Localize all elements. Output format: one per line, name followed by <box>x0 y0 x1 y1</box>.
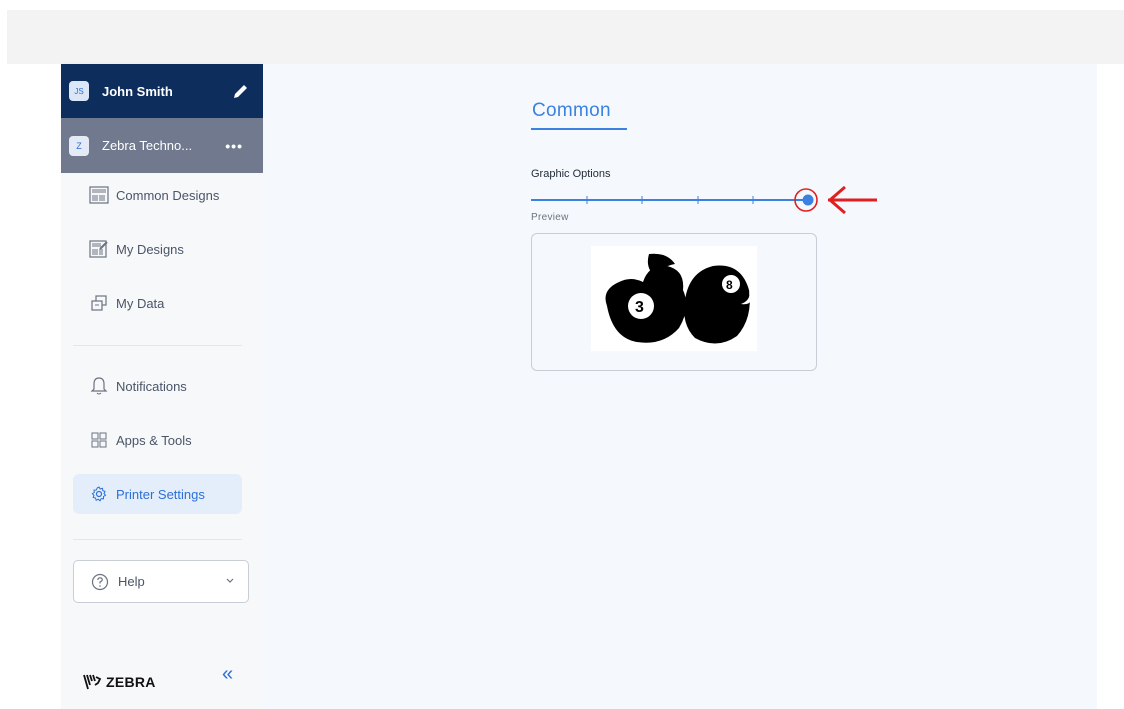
annotation-arrow-icon <box>794 185 877 215</box>
nav-notifications-label: Notifications <box>116 378 187 394</box>
svg-text:3: 3 <box>635 299 644 316</box>
org-avatar: Z <box>69 135 89 156</box>
grid-icon <box>89 430 109 450</box>
app-window: JS John Smith Z Zebra Techno... ••• Comm… <box>61 64 1097 709</box>
nav-common-designs[interactable]: Common Designs <box>73 175 242 215</box>
more-options-icon[interactable]: ••• <box>225 139 243 153</box>
user-row[interactable]: JS John Smith <box>61 64 263 118</box>
org-row[interactable]: Z Zebra Techno... ••• <box>61 118 263 173</box>
svg-text:8: 8 <box>726 278 733 292</box>
tab-underline <box>531 128 627 130</box>
nav-apps-tools[interactable]: Apps & Tools <box>73 420 242 460</box>
barcode-icon <box>89 185 109 205</box>
nav-my-data-label: My Data <box>116 295 165 311</box>
user-avatar: JS <box>69 81 89 101</box>
edit-pencil-icon[interactable] <box>231 81 251 101</box>
sidebar: JS John Smith Z Zebra Techno... ••• Comm… <box>61 64 263 709</box>
browser-top-bar <box>7 10 1124 64</box>
main-content: Common Graphic Options Preview 3 8 <box>263 64 1097 709</box>
collapse-sidebar-icon[interactable]: « <box>222 664 233 684</box>
bell-icon <box>89 376 109 396</box>
nav-printer-settings-label: Printer Settings <box>116 486 205 502</box>
graphic-options-slider[interactable] <box>531 190 821 210</box>
help-label: Help <box>118 574 145 589</box>
nav-apps-tools-label: Apps & Tools <box>116 432 192 448</box>
nav-my-designs[interactable]: My Designs <box>73 229 242 269</box>
nav-notifications[interactable]: Notifications <box>73 366 242 406</box>
zebra-head-icon <box>83 674 102 690</box>
user-name: John Smith <box>102 83 173 99</box>
edit-barcode-icon <box>89 239 109 259</box>
org-name: Zebra Techno... <box>102 138 193 153</box>
nav-my-designs-label: My Designs <box>116 241 184 257</box>
data-icon <box>89 293 109 313</box>
chevron-down-icon <box>226 578 234 583</box>
zebra-logo-text: ZEBRA <box>106 674 156 690</box>
help-dropdown[interactable]: Help <box>73 560 249 603</box>
help-circle-icon <box>90 572 110 592</box>
sidebar-divider <box>73 345 242 346</box>
gear-icon <box>89 484 109 504</box>
preview-image: 3 8 <box>591 246 757 351</box>
graphic-options-label: Graphic Options <box>531 168 611 180</box>
nav-my-data[interactable]: My Data <box>73 283 242 323</box>
nav-printer-settings[interactable]: Printer Settings <box>73 474 242 514</box>
zebra-logo: ZEBRA <box>82 673 156 691</box>
nav-common-designs-label: Common Designs <box>116 187 220 203</box>
preview-label: Preview <box>531 212 569 223</box>
sidebar-divider <box>73 539 242 540</box>
preview-box: 3 8 <box>531 233 817 371</box>
tab-common[interactable]: Common <box>532 100 611 122</box>
